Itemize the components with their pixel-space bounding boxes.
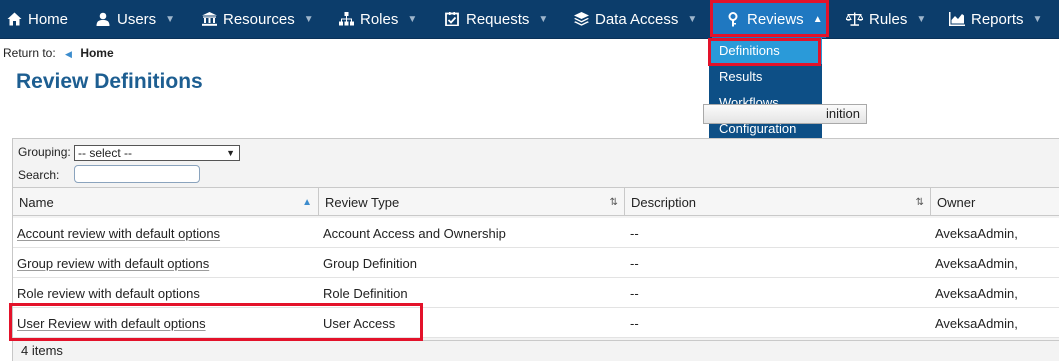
owner-cell: AveksaAdmin, — [935, 256, 1018, 271]
bar-chart-icon — [948, 11, 965, 27]
column-header-label: Name — [19, 195, 54, 210]
breadcrumb-home-link[interactable]: Home — [80, 46, 113, 60]
chevron-up-icon: ▲ — [812, 13, 823, 25]
grouping-select[interactable]: -- select -- ▼ — [74, 145, 240, 161]
nav-users[interactable]: Users ▼ — [95, 0, 175, 38]
menu-item-results[interactable]: Results — [709, 64, 822, 90]
column-header-name[interactable]: Name ▲ — [13, 188, 319, 215]
nav-home-label: Home — [28, 10, 69, 28]
owner-cell: AveksaAdmin, — [935, 226, 1018, 241]
sort-icon: ⇅ — [915, 197, 924, 208]
table-row[interactable]: Account review with default options Acco… — [13, 218, 1059, 248]
check-square-icon — [444, 11, 460, 27]
review-type-cell: User Access — [323, 316, 396, 331]
layers-icon — [573, 11, 589, 27]
scale-icon — [845, 11, 863, 27]
chevron-down-icon: ▼ — [687, 13, 698, 25]
triangle-left-icon: ◀ — [65, 49, 72, 59]
page-title: Review Definitions — [16, 70, 203, 93]
review-name-link[interactable]: Group review with default options — [17, 248, 209, 278]
nav-resources-label: Resources — [223, 10, 295, 28]
column-header-review-type[interactable]: Review Type ⇅ — [319, 188, 625, 215]
owner-cell: AveksaAdmin, — [935, 316, 1018, 331]
review-name-link[interactable]: User Review with default options — [17, 308, 206, 338]
nav-reviews-label: Reviews — [747, 10, 804, 28]
search-input[interactable] — [74, 165, 200, 183]
nav-data-access-label: Data Access — [595, 10, 679, 28]
column-header-owner[interactable]: Owner — [931, 188, 1059, 215]
user-icon — [95, 11, 111, 27]
grouping-select-value: -- select -- — [78, 146, 132, 160]
table-header: Name ▲ Review Type ⇅ Description ⇅ Owner — [13, 187, 1059, 216]
nav-reports[interactable]: Reports ▼ — [948, 0, 1042, 38]
column-header-label: Description — [631, 195, 697, 210]
top-navbar: Home Users ▼ Resources ▼ Roles ▼ Request… — [0, 0, 1059, 39]
nav-rules-label: Rules — [869, 10, 908, 28]
nav-roles[interactable]: Roles ▼ — [338, 0, 417, 38]
search-label: Search: — [18, 168, 60, 182]
table-row[interactable]: User Review with default options User Ac… — [13, 308, 1059, 338]
review-type-cell: Account Access and Ownership — [323, 226, 506, 241]
chevron-down-icon: ▼ — [303, 13, 314, 25]
chevron-down-icon: ▼ — [165, 13, 176, 25]
column-header-label: Review Type — [325, 195, 400, 210]
dropdown-arrow-icon: ▼ — [226, 148, 235, 158]
description-cell: -- — [630, 286, 639, 301]
nav-reviews[interactable]: Reviews ▲ — [712, 0, 826, 38]
review-type-cell: Group Definition — [323, 256, 417, 271]
chevron-down-icon: ▼ — [916, 13, 927, 25]
table-row[interactable]: Group review with default options Group … — [13, 248, 1059, 278]
review-name-link[interactable]: Role review with default options — [17, 278, 200, 308]
nav-users-label: Users — [117, 10, 157, 28]
column-header-label: Owner — [937, 195, 976, 210]
nav-home[interactable]: Home — [6, 0, 68, 38]
menu-item-definitions[interactable]: Definitions — [709, 38, 822, 64]
create-definition-button[interactable]: inition — [703, 104, 867, 124]
review-type-cell: Role Definition — [323, 286, 408, 301]
bank-icon — [201, 11, 217, 27]
table-footer-count: 4 items — [13, 340, 1059, 361]
grouping-label: Grouping: — [18, 145, 71, 159]
breadcrumb: Return to: ◀ Home — [3, 46, 114, 60]
review-name-link[interactable]: Account review with default options — [17, 218, 220, 248]
owner-cell: AveksaAdmin, — [935, 286, 1018, 301]
chevron-down-icon: ▼ — [1032, 13, 1043, 25]
nav-roles-label: Roles — [360, 10, 399, 28]
key-icon — [725, 11, 741, 27]
chevron-down-icon: ▼ — [538, 13, 549, 25]
description-cell: -- — [630, 256, 639, 271]
table-row[interactable]: Role review with default options Role De… — [13, 278, 1059, 308]
nav-rules[interactable]: Rules ▼ — [845, 0, 926, 38]
column-header-description[interactable]: Description ⇅ — [625, 188, 931, 215]
nav-requests[interactable]: Requests ▼ — [444, 0, 548, 38]
nav-data-access[interactable]: Data Access ▼ — [573, 0, 697, 38]
description-cell: -- — [630, 316, 639, 331]
chevron-down-icon: ▼ — [407, 13, 418, 25]
nav-reports-label: Reports — [971, 10, 1024, 28]
sort-asc-icon: ▲ — [302, 197, 312, 208]
home-icon — [6, 11, 22, 27]
breadcrumb-prefix: Return to: — [3, 46, 56, 60]
nav-requests-label: Requests — [466, 10, 530, 28]
reviews-dropdown-menu: Definitions Results Workflows Configurat… — [709, 38, 822, 142]
description-cell: -- — [630, 226, 639, 241]
org-chart-icon — [338, 11, 354, 27]
nav-resources[interactable]: Resources ▼ — [201, 0, 314, 38]
sort-icon: ⇅ — [609, 197, 618, 208]
